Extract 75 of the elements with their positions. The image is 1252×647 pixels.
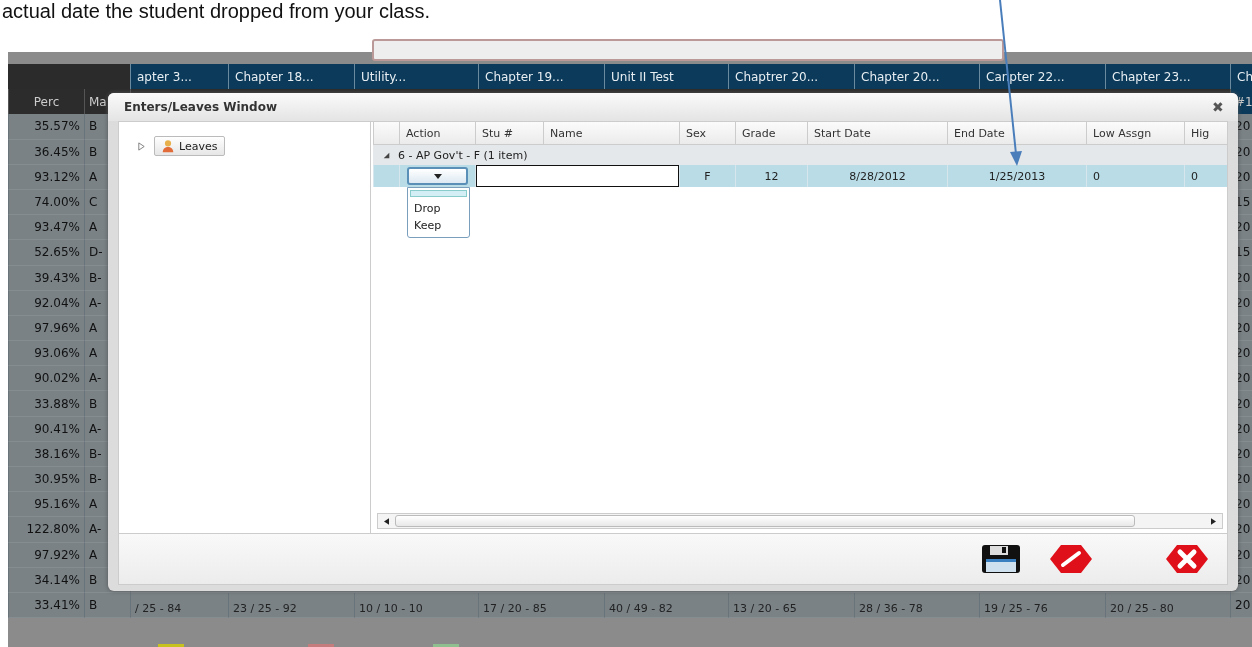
column-header: Chapter 19... (478, 64, 604, 90)
table-cell: 33.41% (8, 592, 84, 619)
table-cell: 93.47% (8, 215, 84, 241)
person-icon (161, 139, 175, 153)
table-cell: 19 / 25 - 76 (979, 592, 1105, 619)
column-header: Unit II Test (604, 64, 728, 90)
table-cell: 33.88% (8, 391, 84, 417)
table-cell: 38.16% (8, 441, 84, 467)
tree-item[interactable]: Leaves (154, 136, 226, 156)
table-cell: 93.12% (8, 164, 84, 190)
table-cell: 90.02% (8, 366, 84, 392)
column-header[interactable]: Stu # (475, 122, 543, 144)
table-cell: 13 / 20 - 65 (728, 592, 854, 619)
scroll-right-icon[interactable] (1211, 517, 1216, 525)
dropdown-option[interactable]: Keep (408, 217, 469, 234)
cancel-button[interactable] (1165, 544, 1209, 574)
table-cell: 97.96% (8, 315, 84, 342)
table-cell: 0 (1086, 165, 1184, 187)
table-cell: B (84, 592, 130, 619)
table-cell: 34.14% (8, 567, 84, 593)
column-header: Canpter 22... (979, 64, 1105, 90)
table-cell: 0 (1184, 165, 1226, 187)
column-header: Perc (8, 89, 84, 115)
table-cell: 10 / 10 - 10 (354, 592, 478, 619)
table-cell: F (679, 165, 735, 187)
table-cell: 30.95% (8, 467, 84, 493)
column-header: Chapter 18... (228, 64, 354, 90)
group-label: 6 - AP Gov't - F (1 item) (398, 148, 528, 162)
name-field[interactable] (476, 165, 679, 187)
table-cell: / 25 - 84 (130, 592, 228, 619)
expander-icon[interactable] (383, 151, 390, 159)
table-cell: 28 / 36 - 78 (854, 592, 979, 619)
table-cell: 97.92% (8, 542, 84, 568)
column-header: Chapter 20... (854, 64, 979, 90)
column-header[interactable]: Low Assgn (1086, 122, 1184, 144)
table-cell: 95.16% (8, 492, 84, 518)
scroll-left-icon[interactable] (384, 517, 389, 525)
table-cell: 52.65% (8, 240, 84, 266)
table-cell: 74.00% (8, 189, 84, 216)
column-header: apter 3... (130, 64, 228, 90)
column-header: Chapter 23... (1105, 64, 1230, 90)
table-cell: 40 / 49 - 82 (604, 592, 728, 619)
column-header[interactable]: Start Date (807, 122, 947, 144)
column-header[interactable]: Hig (1184, 122, 1226, 144)
table-cell: 93.06% (8, 341, 84, 367)
table-cell: 90.41% (8, 416, 84, 442)
table-cell: 39.43% (8, 265, 84, 291)
table-cell: 20 (1230, 592, 1252, 619)
clear-button[interactable] (1049, 544, 1093, 574)
table-cell: 8/28/2012 (807, 165, 947, 187)
close-button[interactable]: ✖ (1210, 99, 1226, 115)
column-header[interactable]: Name (543, 122, 679, 144)
column-header[interactable]: End Date (947, 122, 1086, 144)
table-cell: 92.04% (8, 290, 84, 316)
instruction-text: actual date the student dropped from your class. (1, 0, 431, 24)
table-cell: 35.57% (8, 114, 84, 140)
table-cell: 12 (735, 165, 807, 187)
caret-icon (433, 173, 442, 179)
dropdown-option[interactable]: Drop (408, 200, 469, 217)
table-cell: 17 / 20 - 85 (478, 592, 604, 619)
table-cell: 122.80% (8, 517, 84, 543)
table-cell: 20 / 25 - 80 (1105, 592, 1230, 619)
table-cell: 36.45% (8, 139, 84, 165)
action-dropdown[interactable] (407, 167, 468, 185)
column-header: Chaptrer 20... (728, 64, 854, 90)
column-header: Utility... (354, 64, 478, 90)
column-header[interactable]: Grade (735, 122, 807, 144)
column-header[interactable]: Sex (679, 122, 735, 144)
horizontal-scrollbar[interactable] (377, 513, 1223, 529)
table-cell: 1/25/2013 (947, 165, 1086, 187)
scrollbar-thumb[interactable] (395, 515, 1135, 527)
table-cell: 23 / 25 - 92 (228, 592, 354, 619)
column-header[interactable]: Action (399, 122, 475, 144)
column-header: Ch (1230, 64, 1252, 90)
save-button[interactable] (979, 544, 1023, 574)
